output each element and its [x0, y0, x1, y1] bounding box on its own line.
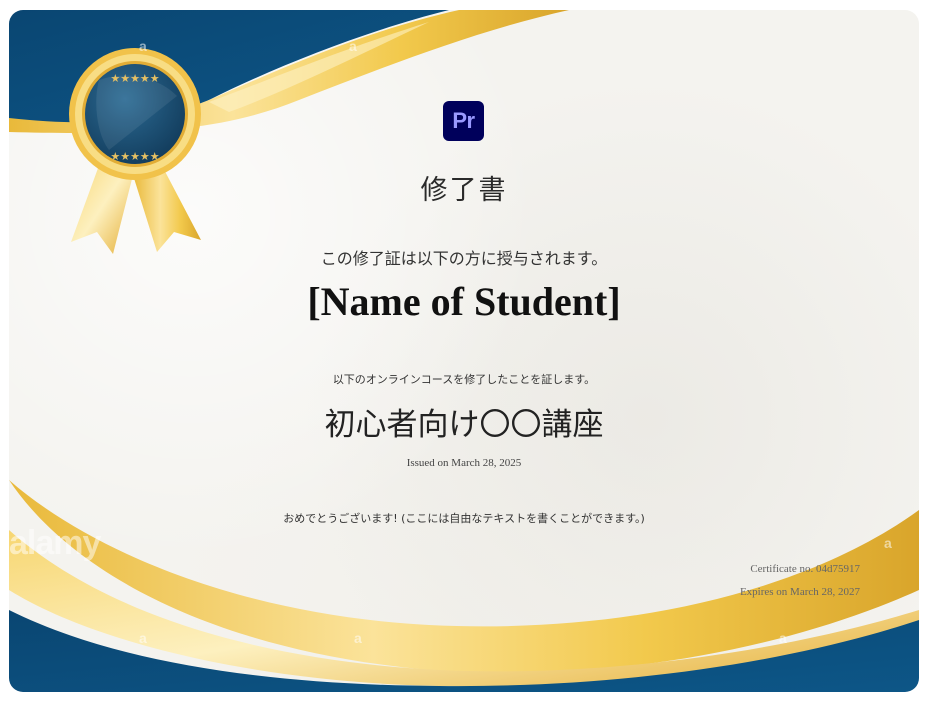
expiry-date: Expires on March 28, 2027 — [739, 586, 860, 598]
message-text: おめでとうございます! (ここには自由なテキストを書くことができます。) — [283, 512, 645, 525]
certificate-content: Pr 修了書 この修了証は以下の方に授与されます。 [Name of Stude… — [9, 10, 919, 692]
certificate-number: Certificate no. 04d75917 — [750, 563, 860, 575]
granted-text: この修了証は以下の方に授与されます。 — [320, 249, 608, 268]
logo-text: Pr — [452, 108, 475, 133]
certify-text: 以下のオンラインコースを修了したことを証します。 — [332, 373, 596, 386]
course-name: 初心者向け〇〇講座 — [324, 407, 604, 443]
student-name: [Name of Student] — [307, 279, 621, 324]
premiere-pro-logo-icon: Pr — [443, 101, 484, 141]
issued-date: Issued on March 28, 2025 — [406, 457, 522, 469]
certificate-title: 修了書 — [420, 175, 508, 206]
certificate: ★★★★★ ★★★★★ a a a a a a alamy Pr 修了書 この修… — [9, 10, 919, 692]
